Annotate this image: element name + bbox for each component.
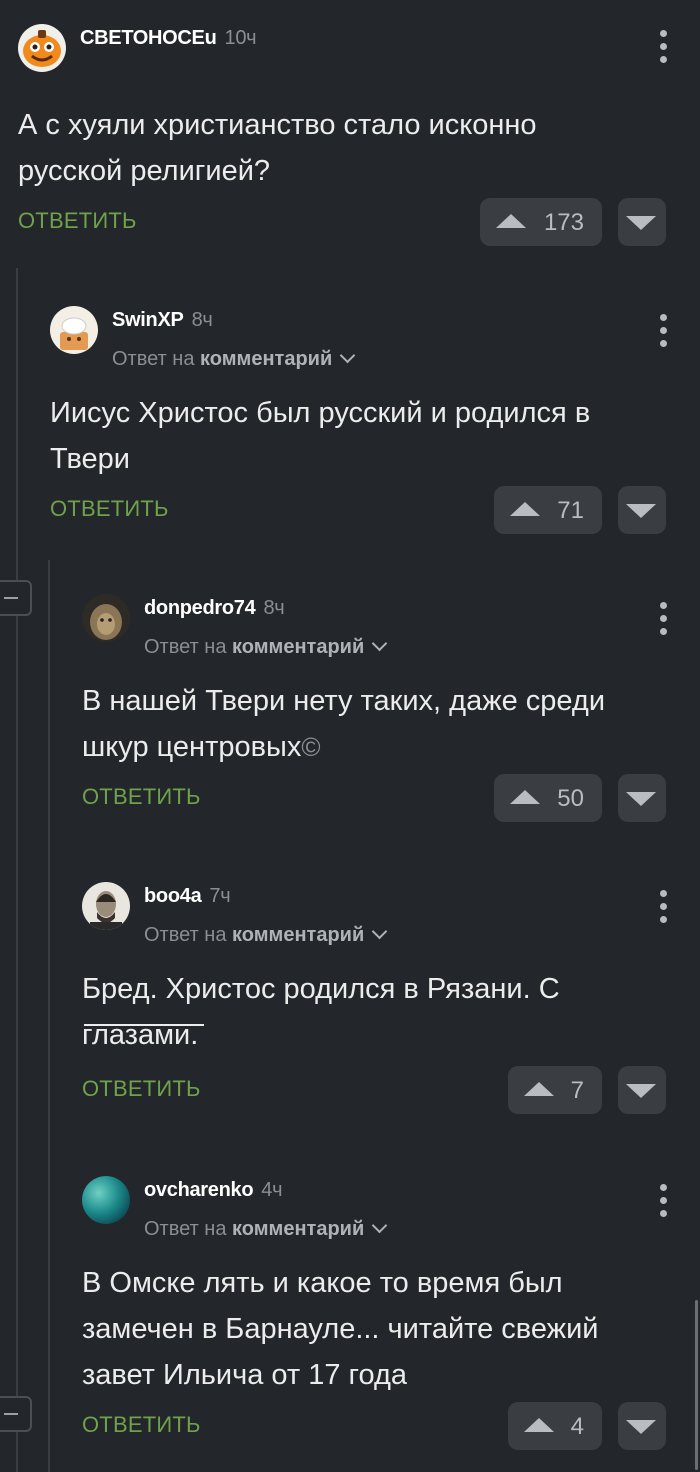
username[interactable]: СВЕТОНОСЕu 10ч xyxy=(80,27,257,50)
timestamp: 8ч xyxy=(263,597,285,619)
thread-line-level1 xyxy=(16,268,18,1472)
rating-count: 173 xyxy=(543,209,584,236)
reply-to-link[interactable]: Ответ на комментарий xyxy=(144,1217,388,1241)
triangle-up-icon xyxy=(524,1418,554,1432)
comment-header: SwinXP 8ч Ответ на комментарий xyxy=(50,306,700,370)
more-vertical-icon[interactable] xyxy=(658,314,668,350)
triangle-down-icon xyxy=(626,504,656,518)
comment-text: Иисус Христос был русский и родился в Тв… xyxy=(50,397,591,475)
upvote-button[interactable]: 173 xyxy=(480,198,602,246)
reply-to-link[interactable]: Ответ на комментарий xyxy=(144,635,388,659)
strikethrough-mark xyxy=(84,1024,204,1026)
downvote-button[interactable] xyxy=(618,1402,666,1450)
triangle-up-icon xyxy=(524,1082,554,1096)
avatar[interactable] xyxy=(82,882,130,930)
triangle-up-icon xyxy=(510,790,540,804)
rating-count: 7 xyxy=(570,1077,584,1104)
username[interactable]: ovcharenko 4ч xyxy=(144,1179,283,1202)
triangle-up-icon xyxy=(510,502,540,516)
upvote-button[interactable]: 50 xyxy=(494,774,602,822)
comment-actions: ОТВЕТИТЬ 4 xyxy=(82,1402,700,1450)
chevron-down-icon xyxy=(371,923,388,940)
chef-avatar-icon xyxy=(50,306,98,354)
triangle-up-icon xyxy=(496,214,526,228)
comment-header: СВЕТОНОСЕu 10ч xyxy=(18,24,700,80)
more-vertical-icon[interactable] xyxy=(658,602,668,638)
collapse-thread-button[interactable] xyxy=(0,1396,32,1432)
reply-to-link[interactable]: Ответ на комментарий xyxy=(112,347,356,371)
rating-count: 4 xyxy=(570,1413,584,1440)
comment-text: Бред. Христос родился в Рязани. С глазам… xyxy=(82,973,560,1051)
avatar[interactable] xyxy=(50,306,98,354)
downvote-button[interactable] xyxy=(618,774,666,822)
upvote-button[interactable]: 7 xyxy=(508,1066,602,1114)
copyright-symbol: © xyxy=(301,732,321,762)
comment-text: А с хуяли христианство стало исконно рус… xyxy=(18,109,537,187)
comment-header: boo4a 7ч Ответ на комментарий xyxy=(82,882,700,946)
comment-actions: ОТВЕТИТЬ 7 xyxy=(82,1066,700,1114)
avatar[interactable] xyxy=(18,24,66,72)
avatar[interactable] xyxy=(82,1176,130,1224)
triangle-down-icon xyxy=(626,792,656,806)
downvote-button[interactable] xyxy=(618,486,666,534)
comment-text: В нашей Твери нету таких, даже среди шку… xyxy=(82,685,606,763)
more-vertical-icon[interactable] xyxy=(658,30,668,66)
reply-button[interactable]: ОТВЕТИТЬ xyxy=(50,496,169,522)
comment-actions: ОТВЕТИТЬ 71 xyxy=(50,486,700,534)
lion-avatar-icon xyxy=(82,594,130,642)
timestamp: 4ч xyxy=(261,1179,283,1201)
portrait-avatar-icon xyxy=(82,882,130,930)
reply-button[interactable]: ОТВЕТИТЬ xyxy=(82,1076,201,1102)
chevron-down-icon xyxy=(371,1217,388,1234)
chevron-down-icon xyxy=(371,635,388,652)
upvote-button[interactable]: 4 xyxy=(508,1402,602,1450)
comment-text: В Омске лять и какое то время был замече… xyxy=(82,1267,599,1391)
comment: boo4a 7ч Ответ на комментарий Бред. Христ… xyxy=(82,882,700,1114)
comment: СВЕТОНОСЕu 10ч А с хуяли христианство ста… xyxy=(18,24,700,246)
comment-actions: ОТВЕТИТЬ 50 xyxy=(82,774,700,822)
scrollbar-thumb[interactable] xyxy=(695,1300,698,1470)
username[interactable]: SwinXP 8ч xyxy=(112,309,213,332)
comment-header: ovcharenko 4ч Ответ на комментарий xyxy=(82,1176,700,1240)
downvote-button[interactable] xyxy=(618,1066,666,1114)
comment: SwinXP 8ч Ответ на комментарий Иисус Хрис… xyxy=(50,306,700,534)
triangle-down-icon xyxy=(626,1084,656,1098)
triangle-down-icon xyxy=(626,1420,656,1434)
thread-line-level2 xyxy=(48,560,50,1472)
avatar[interactable] xyxy=(82,594,130,642)
rating-count: 71 xyxy=(557,497,584,524)
more-vertical-icon[interactable] xyxy=(658,1184,668,1220)
comment: ovcharenko 4ч Ответ на комментарий В Омск… xyxy=(82,1176,700,1450)
upvote-button[interactable]: 71 xyxy=(494,486,602,534)
more-vertical-icon[interactable] xyxy=(658,890,668,926)
timestamp: 7ч xyxy=(209,885,231,907)
collapse-thread-button[interactable] xyxy=(0,580,32,616)
username[interactable]: donpedro74 8ч xyxy=(144,597,285,620)
reply-button[interactable]: ОТВЕТИТЬ xyxy=(82,1412,201,1438)
reply-button[interactable]: ОТВЕТИТЬ xyxy=(82,784,201,810)
chevron-down-icon xyxy=(339,347,356,364)
reply-to-link[interactable]: Ответ на комментарий xyxy=(144,923,388,947)
timestamp: 8ч xyxy=(191,309,213,331)
comment-header: donpedro74 8ч Ответ на комментарий xyxy=(82,594,700,658)
reply-button[interactable]: ОТВЕТИТЬ xyxy=(18,208,137,234)
comment-actions: ОТВЕТИТЬ 173 xyxy=(18,198,700,246)
triangle-down-icon xyxy=(626,216,656,230)
username[interactable]: boo4a 7ч xyxy=(144,885,231,908)
sea-avatar-icon xyxy=(82,1176,130,1224)
comment: donpedro74 8ч Ответ на комментарий В наше… xyxy=(82,594,700,822)
rating-count: 50 xyxy=(557,785,584,812)
downvote-button[interactable] xyxy=(618,198,666,246)
timestamp: 10ч xyxy=(224,27,257,49)
pumpkin-avatar-icon xyxy=(18,24,66,72)
